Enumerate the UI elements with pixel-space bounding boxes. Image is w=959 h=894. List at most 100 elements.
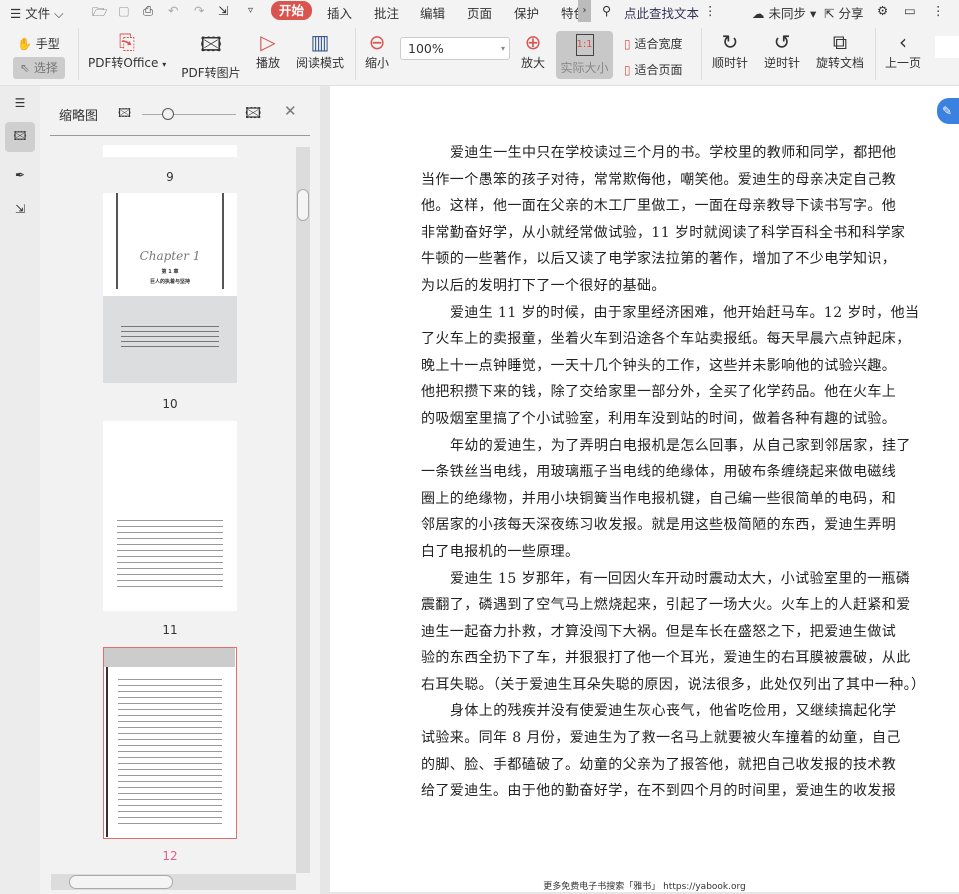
chevron-down-icon: ▾ — [500, 44, 505, 53]
pdf-to-office-icon: ⎘ — [119, 30, 135, 54]
share-button[interactable]: ⇱ 分享 — [824, 3, 863, 22]
text-line: 的脚、脸、手都磕破了。幼童的父亲为了报答他，就把自己收发报的技术教 — [421, 756, 897, 773]
tab-insert[interactable]: 插入 — [327, 3, 352, 22]
cloud-sync-button[interactable]: ☁ 未同步 ▾ — [752, 3, 816, 22]
text-line: 爱迪生 11 岁的时候，由于家里经济困难，他开始赶马车。12 岁时，他当 — [450, 304, 920, 321]
actual-size-button[interactable]: 1:1 实际大小 — [556, 31, 613, 79]
zoom-in-button[interactable]: ⊕ 放大 — [520, 30, 546, 71]
clockwise-label: 顺时针 — [711, 56, 748, 70]
save-icon[interactable]: ▢ — [118, 3, 130, 18]
document-text: 爱迪生一生中只在学校读过三个月的书。学校里的教师和同学，都把他 当作一个愚笨的孩子… — [421, 140, 925, 805]
page-number-input[interactable] — [935, 36, 959, 58]
thumbnail-page-11[interactable] — [103, 421, 237, 611]
text-line: 迪生一起奋力扑救，才算没闯下大祸。但是车长在盛怒之下，把爱迪生做试 — [421, 623, 897, 640]
hand-label: 手型 — [35, 37, 60, 51]
tab-edit[interactable]: 编辑 — [420, 3, 445, 22]
text-line: 年幼的爱迪生，为了弄明白电报机是怎么回事，从自己家到邻居家，挂了 — [450, 437, 911, 454]
zoom-in-label: 放大 — [520, 56, 545, 70]
fit-width-icon: ▯ — [624, 37, 631, 51]
tab-annotate[interactable]: 批注 — [374, 3, 399, 22]
vertical-scrollbar[interactable] — [296, 147, 310, 873]
text-line: 了火车上的卖报童，坐着火车到沿途各个车站卖报纸。每天早晨六点钟起床， — [421, 331, 911, 348]
chapter-number: 第 1 章 — [161, 269, 179, 275]
chapter-script: Chapter 1 — [139, 249, 201, 263]
thumbnails-icon[interactable]: 🖾 — [5, 122, 35, 152]
play-label: 播放 — [255, 56, 280, 70]
zoom-level-select[interactable]: 100% ▾ — [400, 37, 510, 60]
previous-page-button[interactable]: ‹ 上一页 — [884, 30, 922, 71]
panel-title: 缩略图 — [59, 109, 99, 124]
horizontal-scrollbar-thumb[interactable] — [69, 875, 173, 889]
image-icon: 🖾 — [200, 32, 222, 56]
zoom-out-button[interactable]: ⊖ 缩小 — [363, 30, 391, 71]
annotation-pen-icon[interactable]: ✒ — [5, 160, 35, 190]
page-label: 9 — [166, 170, 174, 184]
actual-size-icon: 1:1 — [575, 34, 594, 56]
thumbnail-page-10[interactable]: Chapter 1 第 1 章 巨人的执着与坚持 — [103, 193, 237, 383]
fit-width-button[interactable]: ▯ 适合宽度 — [624, 35, 682, 52]
left-rail: ☰ 🖾 ✒ ⇲ — [0, 86, 40, 894]
read-mode-label: 阅读模式 — [295, 56, 344, 70]
page-label: 10 — [162, 397, 178, 411]
text-line: 身体上的残疾并没有使爱迪生灰心丧气，他省吃俭用，又继续搞起化学 — [450, 703, 897, 720]
outline-icon[interactable]: ☰ — [5, 88, 35, 118]
pdf-to-image-label: PDF转图片 — [181, 66, 241, 80]
more-options-icon[interactable]: ⋮ — [932, 3, 945, 18]
pdf-to-office-button[interactable]: ⎘ PDF转Office ▾ — [88, 30, 166, 71]
chapter-title: 巨人的执着与坚持 — [149, 279, 190, 285]
export-icon[interactable]: ⇲ — [218, 3, 228, 18]
text-line: 牛顿的一些著作，以后又读了电学家法拉第的著作，增加了不少电学知识， — [421, 251, 897, 268]
play-button[interactable]: ▷ 播放 — [254, 30, 282, 71]
file-menu[interactable]: ☰ 文件 ⌵ — [10, 3, 64, 22]
slider-handle[interactable] — [162, 108, 174, 120]
page-label-current: 12 — [162, 849, 178, 863]
thumbnail-panel: 缩略图 🖾 🖾 ✕ 9 Chapter 1 第 1 章 巨人的执着与坚持 10 … — [40, 86, 320, 894]
undo-icon[interactable]: ↶ — [168, 3, 178, 18]
thumbnail-page-12[interactable] — [103, 647, 237, 839]
open-icon[interactable]: 🗁 — [92, 3, 108, 24]
tabs-scroll-right-button[interactable]: › — [578, 0, 591, 22]
text-line: 爱迪生 15 岁那年，有一回因火车开动时震动太大，小试验室里的一瓶磷 — [450, 570, 911, 587]
fit-page-button[interactable]: ▯ 适合页面 — [624, 61, 682, 78]
zoom-value: 100% — [408, 41, 444, 56]
tab-protect[interactable]: 保护 — [514, 3, 539, 22]
rotate-clockwise-button[interactable]: ↻ 顺时针 — [711, 30, 749, 71]
zoom-out-label: 缩小 — [364, 56, 389, 70]
settings-icon[interactable]: ⚙ — [877, 3, 888, 18]
rotate-counterclockwise-icon: ↺ — [773, 30, 791, 54]
tab-page[interactable]: 页面 — [467, 3, 492, 22]
redo-icon[interactable]: ↷ — [194, 3, 204, 18]
ribbon-toolbar: ✋ 手型 ⇖ 选择 ⎘ PDF转Office ▾ 🖾 PDF转图片 ▷ 播放 ▥ 阅读模… — [0, 22, 959, 86]
search-input[interactable]: 点此查找文本 — [624, 3, 699, 22]
fit-page-icon: ▯ — [624, 63, 631, 77]
horizontal-scrollbar[interactable] — [51, 874, 296, 890]
text-line: 非常勤奋好学，从小就经常做试验，11 岁时就阅读了科学百科全书和科学家 — [421, 224, 906, 241]
text-line: 试验来。同年 8 月份，爱迪生为了救一名马上就要被火车撞着的幼童，自己 — [421, 730, 901, 747]
convert-icon[interactable]: ⇲ — [5, 194, 35, 224]
feedback-icon[interactable]: ▭ — [904, 3, 916, 18]
thumbnail-size-slider[interactable] — [142, 114, 236, 115]
thumbnail-page-9[interactable] — [103, 145, 237, 157]
assistant-float-button[interactable]: ✎ — [937, 98, 959, 124]
select-tool-button[interactable]: ⇖ 选择 — [13, 57, 65, 79]
tab-home[interactable]: 开始 — [271, 1, 313, 20]
more-icon[interactable]: ⋮ — [704, 3, 717, 18]
actual-size-label: 实际大小 — [560, 61, 609, 75]
scrollbar-thumb[interactable] — [297, 189, 309, 221]
close-icon[interactable]: ✕ — [284, 102, 297, 120]
file-label: 文件 — [25, 6, 51, 21]
rotate-counterclockwise-button[interactable]: ↺ 逆时针 — [763, 30, 801, 71]
zoom-out-icon: ⊖ — [368, 30, 386, 54]
share-label: 分享 — [838, 6, 864, 21]
zoom-in-icon: ⊕ — [524, 30, 542, 54]
print-icon[interactable]: ⎙ — [143, 3, 153, 19]
prev-page-label: 上一页 — [884, 56, 921, 70]
tab-features[interactable]: 特色 — [561, 3, 579, 22]
rotate-document-button[interactable]: ⧉ 旋转文档 — [815, 30, 865, 71]
hand-tool-button[interactable]: ✋ 手型 — [17, 35, 60, 52]
text-line: 邻居家的小孩每天深夜练习收发报。就是用这些极简陋的东西，爱迪生弄明 — [421, 517, 897, 534]
fit-page-label: 适合页面 — [634, 63, 683, 77]
quick-access-dropdown-icon[interactable]: ▿ — [248, 5, 253, 16]
pdf-to-image-button[interactable]: 🖾 PDF转图片 — [180, 30, 242, 81]
read-mode-button[interactable]: ▥ 阅读模式 — [295, 30, 345, 71]
